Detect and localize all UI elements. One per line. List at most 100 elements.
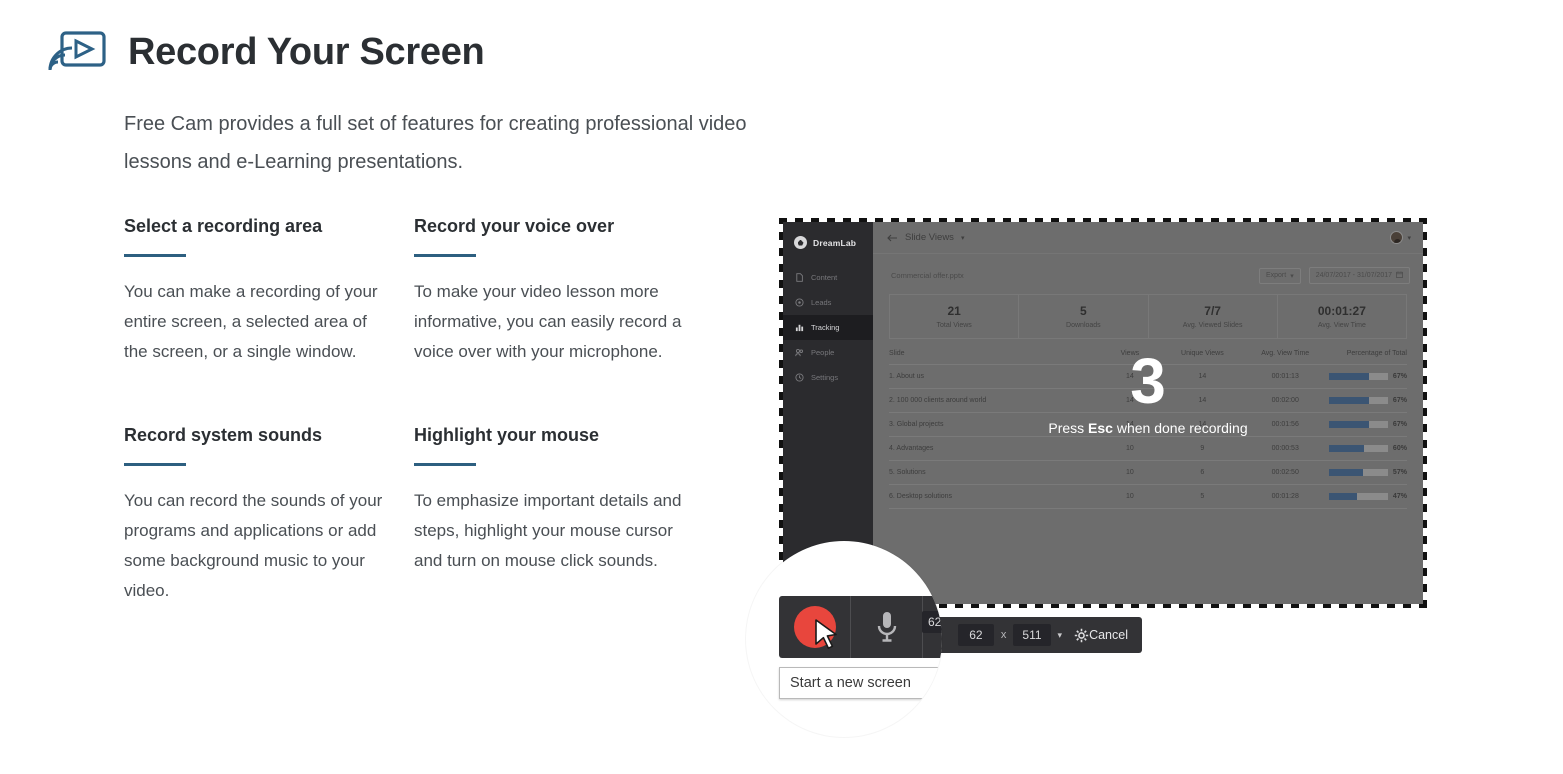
width-input[interactable]: 62 — [957, 624, 994, 646]
cell-avg-view-time: 00:02:50 — [1271, 469, 1299, 476]
cell-avg-view-time: 00:01:28 — [1271, 493, 1299, 500]
sidebar-item-people[interactable]: People — [783, 340, 873, 365]
bar-chart-icon — [795, 323, 804, 332]
calendar-icon — [1396, 271, 1403, 280]
dimension-separator: x — [1000, 629, 1007, 641]
page-title: Record Your Screen — [128, 31, 485, 73]
table-row[interactable]: 2. 100 000 clients around world 14 14 00:02… — [889, 389, 1407, 413]
date-range-picker[interactable]: 24/07/2017 - 31/07/2017 — [1308, 267, 1410, 284]
screen-record-icon — [46, 28, 108, 76]
cell-percentage: 67% — [1329, 421, 1407, 428]
percentage-label: 60% — [1392, 445, 1407, 452]
magnified-audio-toggle[interactable] — [924, 565, 942, 587]
mouse-cursor — [814, 619, 840, 653]
stat-value: 21 — [947, 304, 961, 318]
sidebar-item-leads[interactable]: Leads — [783, 290, 873, 315]
page-root: Record Your Screen Free Cam provides a f… — [0, 0, 1563, 774]
height-input[interactable]: 511 — [1013, 624, 1051, 646]
cell-views: 10 — [1125, 445, 1134, 452]
sidebar-item-label: Leads — [811, 298, 832, 307]
cell-views: 10 — [1125, 493, 1134, 500]
cancel-button[interactable]: Cancel — [1089, 628, 1128, 642]
stat-label: Downloads — [1066, 322, 1101, 329]
page-header: Record Your Screen — [46, 28, 485, 76]
topbar-nav[interactable]: Slide Views ▾ — [887, 232, 964, 243]
arrow-left-icon[interactable] — [887, 234, 898, 242]
chevron-down-icon: ▾ — [1290, 272, 1294, 280]
row-spacer — [124, 367, 744, 423]
sidebar-item-tracking[interactable]: Tracking — [783, 315, 873, 340]
avatar[interactable] — [1390, 231, 1404, 244]
feature-row-2: Record system sounds You can record the … — [124, 423, 744, 606]
table-row[interactable]: 3. Global projects 14 14 00:01:56 67% — [889, 413, 1407, 437]
table-row[interactable]: 1. About us 14 14 00:01:13 67% — [889, 365, 1407, 389]
magnified-width-input[interactable]: 62 — [922, 611, 942, 633]
chevron-down-icon[interactable]: ▾ — [961, 234, 965, 242]
percentage-label: 57% — [1392, 469, 1407, 476]
cell-percentage: 47% — [1329, 493, 1407, 500]
progress-bar — [1329, 373, 1388, 380]
document-icon — [795, 273, 804, 282]
title-underline — [414, 254, 476, 257]
percentage-label: 67% — [1392, 397, 1407, 404]
cell-views: 14 — [1125, 397, 1134, 404]
table-row[interactable]: 4. Advantages 10 9 00:00:53 60% — [889, 437, 1407, 461]
cell-views: 10 — [1125, 469, 1134, 476]
export-label: Export — [1265, 272, 1287, 279]
cell-slide: 1. About us — [889, 373, 925, 380]
cell-avg-view-time: 00:01:56 — [1271, 421, 1299, 428]
stat-label: Avg. Viewed Slides — [1182, 322, 1243, 329]
clock-icon — [795, 373, 804, 382]
chevron-down-icon[interactable]: ▾ — [1058, 630, 1063, 641]
cell-unique-views: 14 — [1198, 421, 1207, 428]
magnified-toolbar — [779, 596, 942, 658]
file-actions: Export ▾ 24/07/2017 - 31/07/2017 — [1258, 267, 1410, 284]
date-range-label: 24/07/2017 - 31/07/2017 — [1315, 272, 1392, 279]
app-logo: DreamLab — [783, 222, 873, 249]
cell-percentage: 67% — [1329, 397, 1407, 404]
stat-label: Avg. View Time — [1317, 322, 1366, 329]
cell-percentage: 67% — [1329, 373, 1407, 380]
feature-body: To make your video lesson more informati… — [414, 282, 682, 361]
cell-avg-view-time: 00:01:13 — [1271, 373, 1299, 380]
sidebar-item-settings[interactable]: Settings — [783, 365, 873, 390]
app-logo-label: DreamLab — [813, 237, 857, 248]
cell-unique-views: 9 — [1200, 445, 1205, 452]
stat-total-views: 21 Total Views — [890, 295, 1020, 338]
feature-record-voice-over: Record your voice over To make your vide… — [414, 214, 714, 367]
dreamlab-logo-icon — [794, 236, 807, 249]
sidebar-item-label: Content — [811, 273, 838, 282]
cell-unique-views: 6 — [1200, 469, 1205, 476]
stat-avg-viewed-slides: 7/7 Avg. Viewed Slides — [1149, 295, 1278, 338]
table-row[interactable]: 6. Desktop solutions 10 5 00:01:28 47% — [889, 485, 1407, 509]
percentage-label: 67% — [1392, 373, 1407, 380]
cell-slide: 3. Global projects — [889, 421, 944, 428]
feature-title: Record system sounds — [124, 425, 323, 445]
magnified-microphone-button[interactable] — [851, 596, 923, 658]
cell-slide: 2. 100 000 clients around world — [889, 397, 987, 404]
chevron-down-icon[interactable]: ▾ — [1407, 234, 1411, 242]
cell-views: 14 — [1125, 421, 1134, 428]
cell-views: 14 — [1125, 373, 1134, 380]
cell-unique-views: 14 — [1198, 397, 1207, 404]
export-button[interactable]: Export ▾ — [1258, 267, 1301, 284]
column-header-avg-view-time: Avg. View Time — [1261, 350, 1310, 357]
feature-grid: Select a recording area You can make a r… — [124, 214, 744, 606]
progress-bar — [1329, 421, 1388, 428]
topbar-account[interactable]: ▾ — [1390, 231, 1411, 244]
table-row[interactable]: 5. Solutions 10 6 00:02:50 57% — [889, 461, 1407, 485]
feature-body: To emphasize important details and steps… — [414, 491, 682, 570]
cell-unique-views: 5 — [1200, 493, 1205, 500]
topbar-title: Slide Views — [905, 232, 954, 243]
sidebar-item-label: Tracking — [811, 323, 840, 332]
sidebar-item-content[interactable]: Content — [783, 265, 873, 290]
cell-unique-views: 14 — [1198, 373, 1207, 380]
feature-highlight-mouse: Highlight your mouse To emphasize import… — [414, 423, 714, 606]
feature-title: Record your voice over — [414, 216, 615, 236]
progress-bar — [1329, 469, 1388, 476]
progress-bar — [1329, 445, 1388, 452]
stat-value: 7/7 — [1204, 304, 1221, 318]
cell-slide: 4. Advantages — [889, 445, 934, 452]
gear-icon[interactable] — [1074, 628, 1089, 643]
table-header: Slide Views Unique Views Avg. View Time … — [889, 350, 1407, 365]
